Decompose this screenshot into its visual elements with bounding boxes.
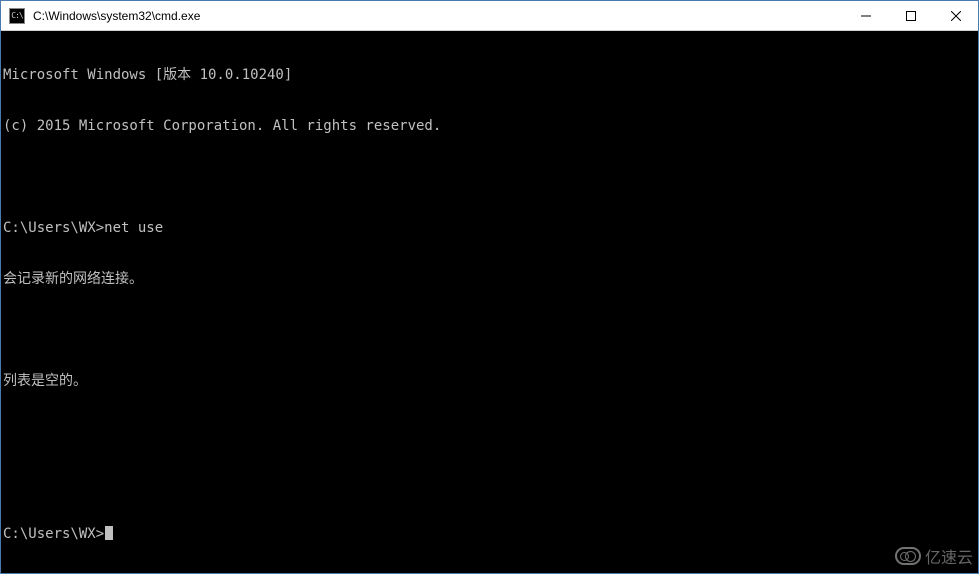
command-text: net use (104, 220, 163, 237)
prompt-path: C:\Users\WX> (3, 220, 104, 237)
maximize-icon (906, 11, 916, 21)
output-line: 列表是空的。 (3, 373, 976, 390)
prompt-line: C:\Users\WX> (3, 526, 976, 543)
cursor (105, 526, 113, 540)
banner-line: Microsoft Windows [版本 10.0.10240] (3, 67, 976, 84)
cmd-icon: C:\ (9, 8, 25, 24)
minimize-button[interactable] (843, 1, 888, 30)
blank-line (3, 475, 976, 492)
blank-line (3, 322, 976, 339)
terminal-area[interactable]: Microsoft Windows [版本 10.0.10240] (c) 20… (1, 31, 978, 573)
prompt-line: C:\Users\WX>net use (3, 220, 976, 237)
close-icon (951, 11, 961, 21)
cmd-window: C:\ C:\Windows\system32\cmd.exe Microsof… (0, 0, 979, 574)
window-title: C:\Windows\system32\cmd.exe (31, 9, 843, 23)
window-controls (843, 1, 978, 30)
blank-line (3, 169, 976, 186)
prompt-path: C:\Users\WX> (3, 526, 104, 543)
output-line: 会记录新的网络连接。 (3, 271, 976, 288)
titlebar[interactable]: C:\ C:\Windows\system32\cmd.exe (1, 1, 978, 31)
copyright-line: (c) 2015 Microsoft Corporation. All righ… (3, 118, 976, 135)
maximize-button[interactable] (888, 1, 933, 30)
blank-line (3, 424, 976, 441)
minimize-icon (861, 11, 871, 21)
close-button[interactable] (933, 1, 978, 30)
